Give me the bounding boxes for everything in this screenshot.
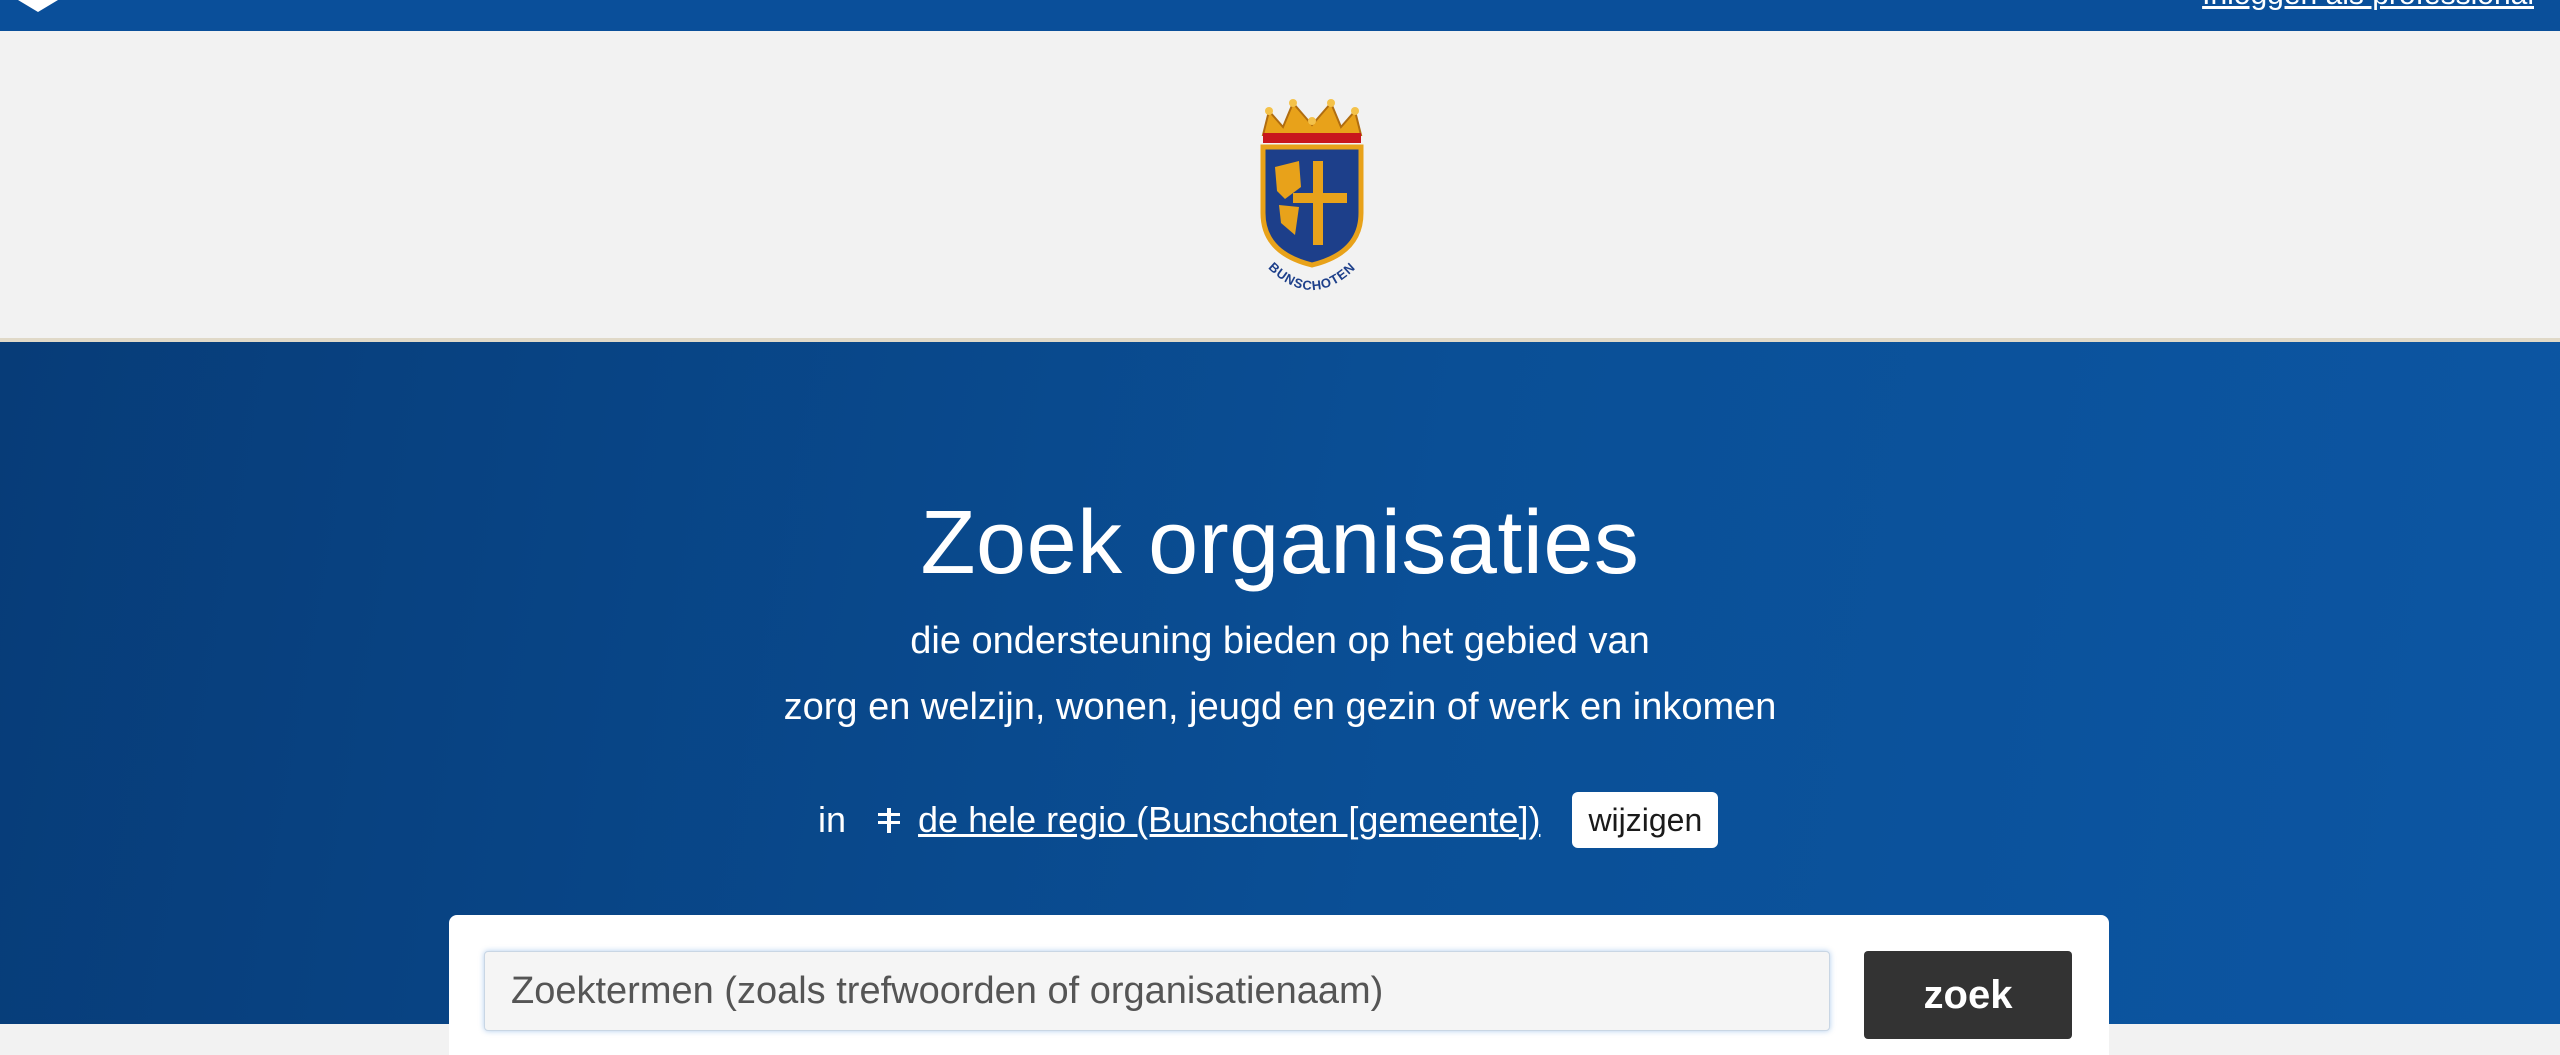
logo-band: BUNSCHOTEN bbox=[0, 31, 2560, 338]
region-link[interactable]: de hele regio (Bunschoten [gemeente]) bbox=[918, 799, 1540, 841]
region-prefix: in bbox=[818, 799, 847, 840]
search-form: zoek bbox=[449, 915, 2109, 1055]
subtitle-line-1: die ondersteuning bieden op het gebied v… bbox=[910, 620, 1650, 662]
map-pin-icon bbox=[878, 808, 901, 833]
shield-icon bbox=[1260, 144, 1364, 268]
top-bar: Inloggen als professional bbox=[0, 0, 2560, 31]
search-input[interactable] bbox=[484, 951, 1830, 1031]
page-title: Zoek organisaties bbox=[920, 493, 1640, 593]
municipality-logo[interactable]: BUNSCHOTEN bbox=[1255, 95, 1370, 313]
region-selector: in de hele regio (Bunschoten [gemeente])… bbox=[818, 792, 1719, 848]
professional-login-link[interactable]: Inloggen als professional bbox=[2202, 0, 2534, 12]
change-region-button[interactable]: wijzigen bbox=[1572, 792, 1719, 848]
search-button[interactable]: zoek bbox=[1864, 951, 2072, 1039]
home-icon[interactable] bbox=[18, 0, 58, 12]
crown-icon bbox=[1261, 99, 1363, 143]
subtitle-line-2: zorg en welzijn, wonen, jeugd en gezin o… bbox=[783, 686, 1777, 728]
